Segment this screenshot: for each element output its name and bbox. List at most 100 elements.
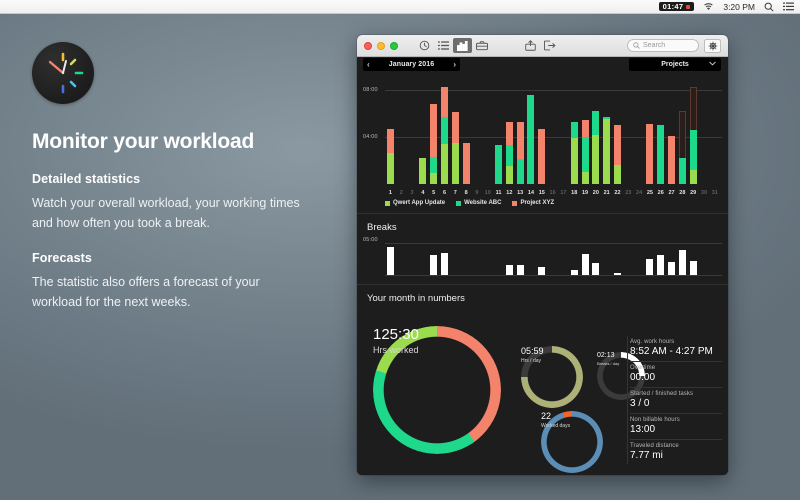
workload-bar-column[interactable] [407,78,418,184]
breaks-bar-column[interactable] [428,243,439,275]
workload-bar-column[interactable] [536,78,547,184]
workload-bar-column[interactable] [385,78,396,184]
share-icon[interactable] [540,38,559,53]
workload-bar-column[interactable] [558,78,569,184]
day-label: 4 [421,190,425,196]
breaks-bar-column[interactable] [623,243,634,275]
workload-bar-column[interactable] [655,78,666,184]
breaks-bar-column[interactable] [461,243,472,275]
close-button[interactable] [364,41,372,50]
breaks-bar-column[interactable] [536,243,547,275]
workload-bar-column[interactable] [634,78,645,184]
breaks-bar-column[interactable] [526,243,537,275]
workload-bar-column[interactable] [493,78,504,184]
day-label: 23 [625,190,632,196]
workload-bar-column[interactable] [417,78,428,184]
breaks-bar-column[interactable] [482,243,493,275]
briefcase-icon[interactable] [472,38,491,53]
workload-bar-column[interactable] [677,78,688,184]
workload-bar [538,128,546,184]
breaks-bar-column[interactable] [580,243,591,275]
project-filter-label: Projects [661,61,689,68]
breaks-bar-column[interactable] [612,243,623,275]
bar-segment [430,103,438,157]
breaks-bar-column[interactable] [396,243,407,275]
breaks-bar-column[interactable] [655,243,666,275]
breaks-bar-column[interactable] [601,243,612,275]
workload-bar-column[interactable] [515,78,526,184]
zoom-button[interactable] [390,41,398,50]
workload-bar-column[interactable] [590,78,601,184]
section-title-forecasts: Forecasts [32,250,92,265]
workload-bar-column[interactable] [504,78,515,184]
workload-bar-column[interactable] [645,78,656,184]
breaks-bar-column[interactable] [547,243,558,275]
bar-segment [516,159,524,184]
export-icon[interactable] [521,38,540,53]
list-icon[interactable] [434,38,453,53]
breaks-bar-column[interactable] [504,243,515,275]
workload-bar-column[interactable] [699,78,710,184]
workload-bar-column[interactable] [450,78,461,184]
workload-bar-column[interactable] [428,78,439,184]
breaks-bar-column[interactable] [385,243,396,275]
workload-bar-column[interactable] [439,78,450,184]
timer-icon[interactable] [415,38,434,53]
workload-bar [386,128,394,184]
breaks-bar-column[interactable] [569,243,580,275]
legend-item[interactable]: Website ABC [456,200,501,206]
search-input[interactable]: Search [627,39,699,52]
workload-bars [385,78,720,184]
workload-bar-column[interactable] [396,78,407,184]
breaks-bar-column[interactable] [515,243,526,275]
breaks-bar-column[interactable] [472,243,483,275]
workload-bar [603,116,611,184]
breaks-bar-column[interactable] [709,243,720,275]
workload-bar-column[interactable] [601,78,612,184]
bar-chart-icon[interactable] [453,38,472,53]
list-icon[interactable] [783,2,794,11]
workload-bar-column[interactable] [580,78,591,184]
bar-segment [657,125,665,184]
legend-item[interactable]: Project XYZ [512,200,554,206]
hours-per-day-donut-center: 05:59 Hrs / day [521,346,583,408]
breaks-bar-column[interactable] [645,243,656,275]
workload-bar-column[interactable] [623,78,634,184]
workload-bar-column[interactable] [569,78,580,184]
breaks-bar-column[interactable] [407,243,418,275]
breaks-bar-column[interactable] [666,243,677,275]
workload-bar-column[interactable] [526,78,537,184]
breaks-bar-column[interactable] [699,243,710,275]
search-icon[interactable] [764,2,774,12]
bar-segment [570,138,578,184]
menubar-timer[interactable]: 01:47 [658,1,695,12]
breaks-bar-column[interactable] [493,243,504,275]
workload-bar-column[interactable] [547,78,558,184]
workload-bar-column[interactable] [461,78,472,184]
workload-bar-column[interactable] [666,78,677,184]
y-axis-label-0800: 08:00 [363,86,378,93]
breaks-bar-column[interactable] [558,243,569,275]
workload-bar-column[interactable] [709,78,720,184]
workload-bar-column[interactable] [482,78,493,184]
breaks-bar-column[interactable] [439,243,450,275]
next-month-button[interactable]: › [453,60,456,69]
project-filter-dropdown[interactable]: Projects [629,58,721,71]
day-label: 12 [506,190,513,196]
breaks-bar-column[interactable] [634,243,645,275]
workload-bar-column[interactable] [612,78,623,184]
breaks-bar-column[interactable] [450,243,461,275]
breaks-bar-column[interactable] [590,243,601,275]
breaks-bar-column[interactable] [688,243,699,275]
legend-item[interactable]: Qwert App Update [385,200,445,206]
breaks-bar-column[interactable] [677,243,688,275]
menubar-clock[interactable]: 3:20 PM [723,2,755,12]
workload-bar-column[interactable] [688,78,699,184]
gear-icon[interactable] [704,38,721,53]
breaks-bar-column[interactable] [417,243,428,275]
wifi-icon[interactable] [703,2,714,11]
minimize-button[interactable] [377,41,385,50]
donut-label: Breaks / day [597,361,620,366]
workload-bar-column[interactable] [472,78,483,184]
breaks-baseline [385,275,722,276]
